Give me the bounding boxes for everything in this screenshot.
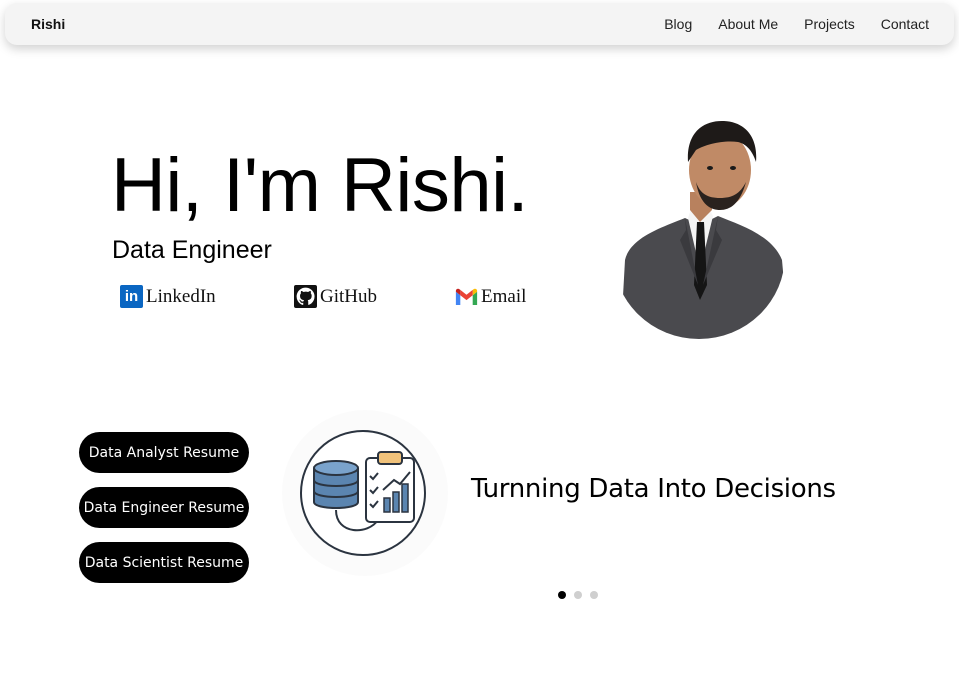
profile-photo [600,110,800,350]
nav-links: Blog About Me Projects Contact [664,16,929,32]
linkedin-icon: in [120,285,143,308]
hero-subtitle: Data Engineer [112,236,272,264]
hero-title: Hi, I'm Rishi. [111,143,529,228]
linkedin-link[interactable]: in LinkedIn [120,285,216,308]
brand-link[interactable]: Rishi [31,16,65,32]
data-scientist-resume-button[interactable]: Data Scientist Resume [79,542,249,583]
nav-link-contact[interactable]: Contact [881,16,929,32]
email-link[interactable]: Email [455,285,526,308]
github-link[interactable]: GitHub [294,285,377,308]
carousel-indicators [558,591,598,599]
github-label: GitHub [320,285,377,307]
navbar: Rishi Blog About Me Projects Contact [5,3,954,45]
nav-link-about-me[interactable]: About Me [718,16,778,32]
linkedin-label: LinkedIn [146,285,216,307]
database-report-icon [282,410,448,576]
email-label: Email [481,285,527,307]
data-engineer-resume-button[interactable]: Data Engineer Resume [79,487,249,528]
gmail-icon [455,285,478,308]
carousel-headline: Turnning Data Into Decisions [471,474,836,504]
carousel-dot-2[interactable] [574,591,582,599]
carousel-dot-3[interactable] [590,591,598,599]
nav-link-projects[interactable]: Projects [804,16,855,32]
nav-link-blog[interactable]: Blog [664,16,692,32]
data-analyst-resume-button[interactable]: Data Analyst Resume [79,432,249,473]
github-icon [294,285,317,308]
carousel-dot-1[interactable] [558,591,566,599]
